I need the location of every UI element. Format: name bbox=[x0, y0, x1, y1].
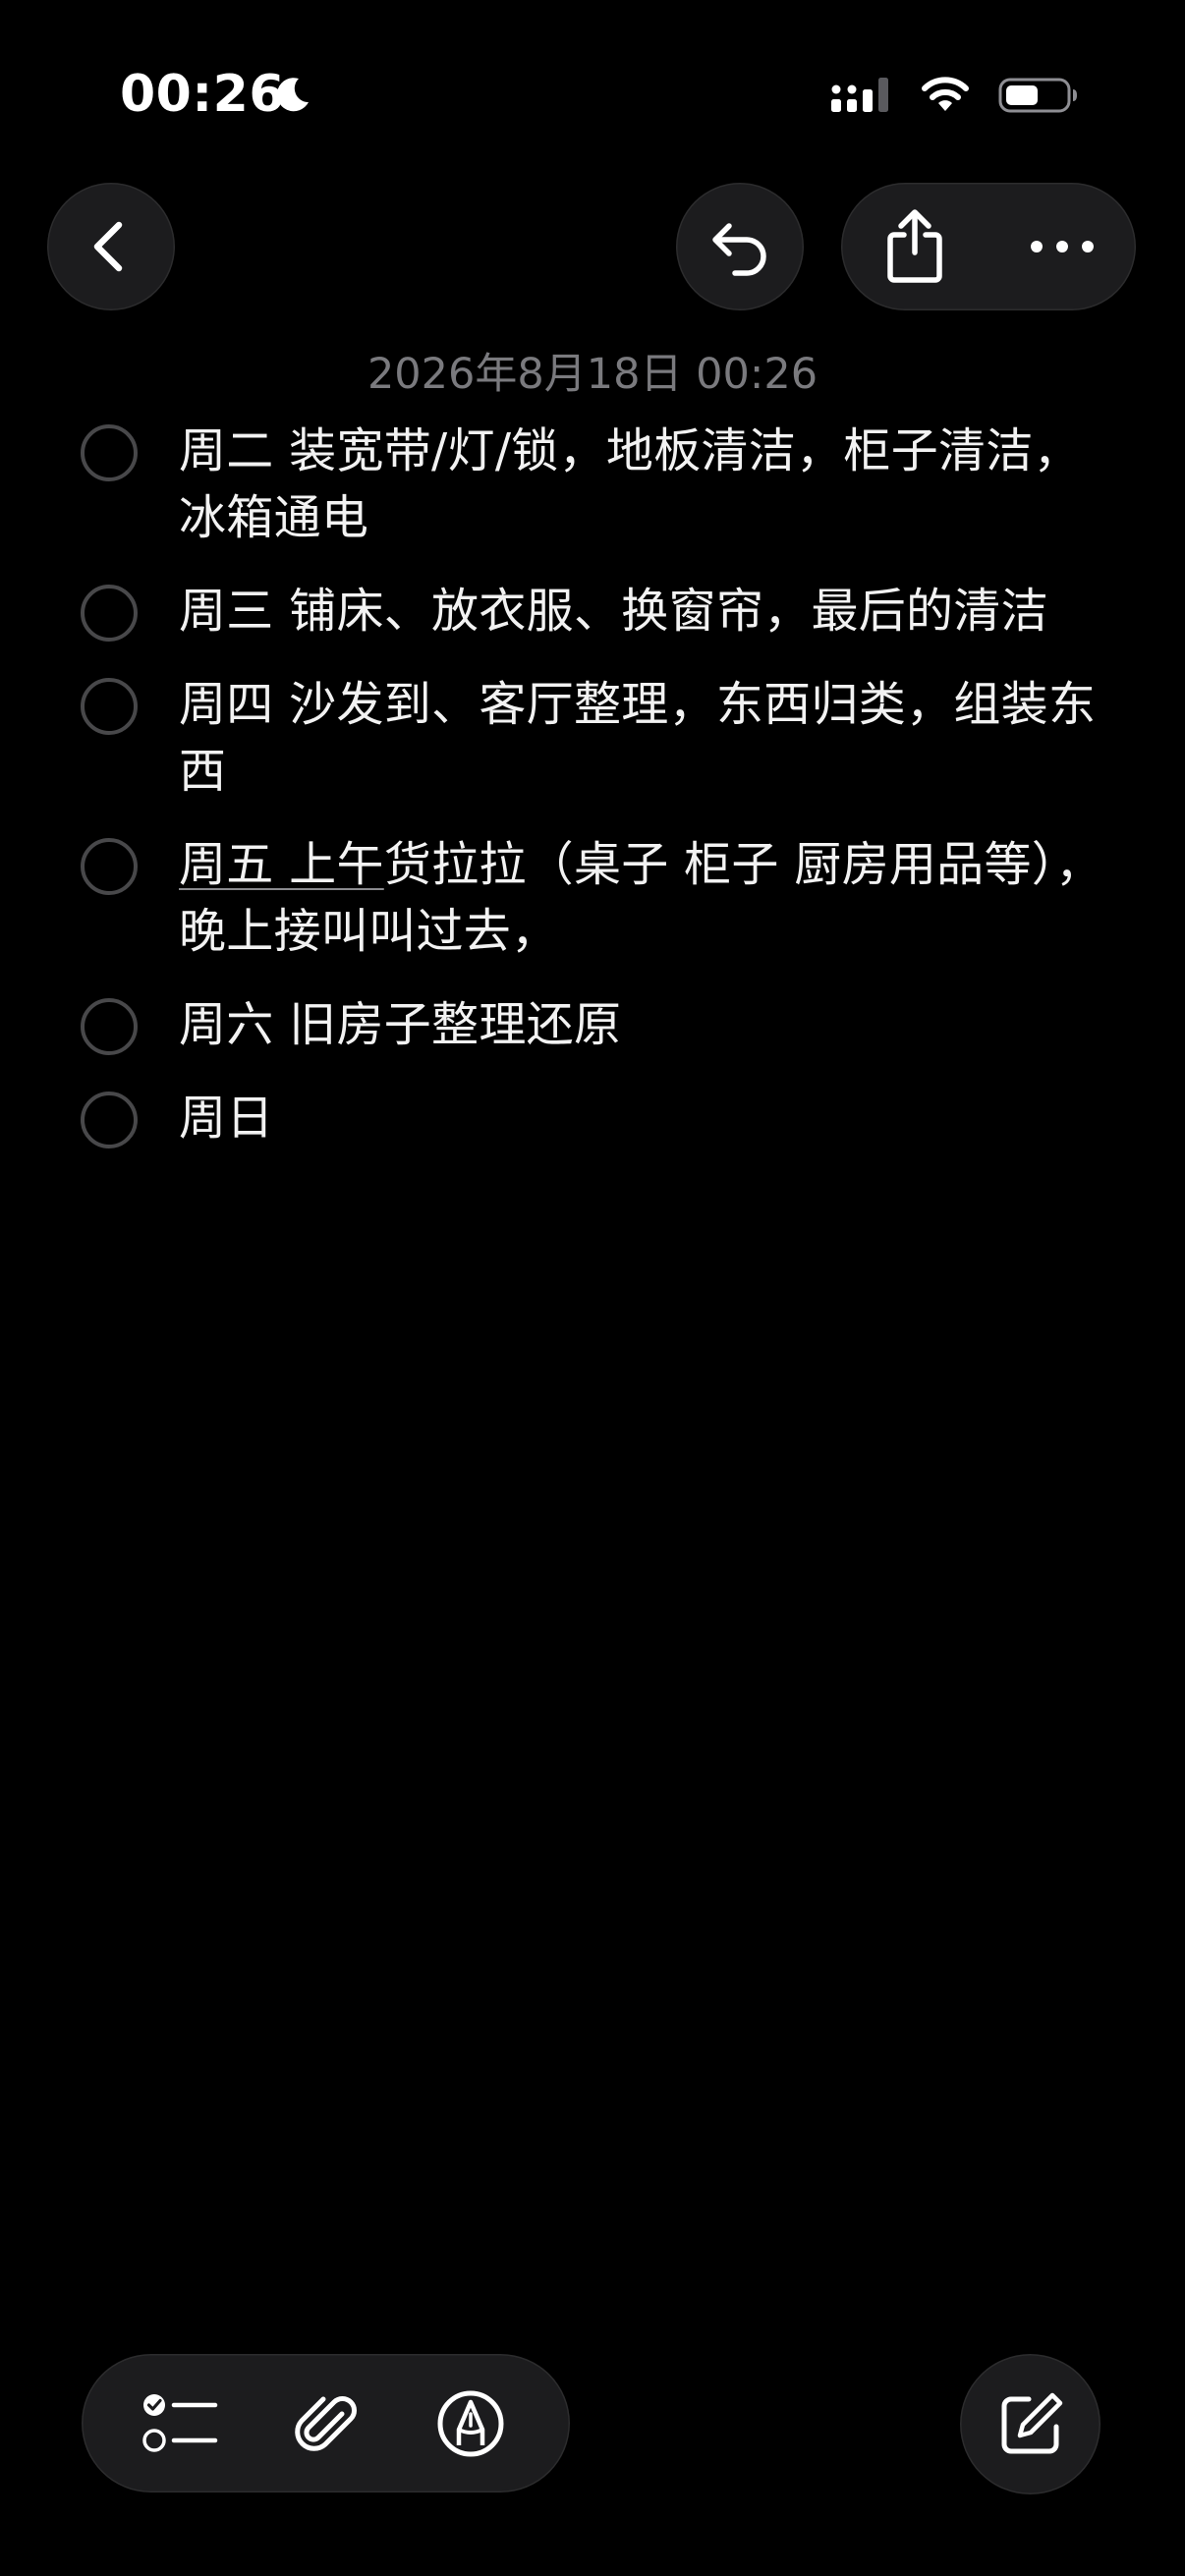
checklist-item: 周三 铺床、放衣服、换窗帘，最后的清洁 bbox=[79, 578, 1110, 644]
compose-button[interactable] bbox=[960, 2354, 1100, 2494]
ellipsis-icon bbox=[1031, 241, 1094, 252]
checklist-item: 周四 沙发到、客厅整理，东西归类，组装东西 bbox=[79, 671, 1110, 805]
cellular-signal-icon bbox=[831, 78, 888, 112]
markup-button[interactable] bbox=[417, 2370, 525, 2478]
underlined-text: 周五 上午 bbox=[179, 837, 384, 892]
checklist-checkbox[interactable] bbox=[81, 1092, 138, 1148]
compose-icon bbox=[1001, 2392, 1062, 2453]
chevron-left-icon bbox=[93, 221, 123, 272]
notes-screen: 00:26 2026年8月18日 00:26 周二 装宽带/灯/锁，地板清洁，柜… bbox=[0, 0, 1185, 2576]
checklist: 周二 装宽带/灯/锁，地板清洁，柜子清洁，冰箱通电 周三 铺床、放衣服、换窗帘，… bbox=[79, 418, 1110, 1178]
checklist-item-text[interactable]: 周日 bbox=[179, 1085, 1110, 1151]
checklist-item-text[interactable]: 周四 沙发到、客厅整理，东西归类，组装东西 bbox=[179, 671, 1110, 805]
more-button[interactable] bbox=[988, 183, 1136, 310]
checklist-item: 周五 上午货拉拉（桌子 柜子 厨房用品等），晚上接叫叫过去， bbox=[79, 831, 1110, 965]
checklist-checkbox[interactable] bbox=[81, 998, 138, 1055]
wifi-icon bbox=[922, 77, 969, 111]
share-icon bbox=[887, 209, 942, 283]
note-date: 2026年8月18日 00:26 bbox=[367, 350, 818, 399]
checklist-item: 周日 bbox=[79, 1085, 1110, 1151]
undo-button[interactable] bbox=[676, 183, 804, 310]
checklist-item-text[interactable]: 周三 铺床、放衣服、换窗帘，最后的清洁 bbox=[179, 578, 1110, 644]
back-button[interactable] bbox=[47, 183, 175, 310]
status-time: 00:26 bbox=[120, 65, 286, 124]
status-icons bbox=[831, 73, 1079, 118]
checklist-checkbox[interactable] bbox=[81, 678, 138, 735]
share-button[interactable] bbox=[841, 183, 988, 310]
share-more-group bbox=[841, 183, 1136, 310]
markup-pen-icon bbox=[437, 2390, 503, 2456]
battery-icon bbox=[998, 78, 1077, 113]
checklist-item-text[interactable]: 周二 装宽带/灯/锁，地板清洁，柜子清洁，冰箱通电 bbox=[179, 418, 1110, 551]
checklist-item-text[interactable]: 周六 旧房子整理还原 bbox=[179, 991, 1110, 1058]
checklist-button[interactable] bbox=[128, 2370, 236, 2478]
checklist-icon bbox=[141, 2393, 217, 2452]
checklist-checkbox[interactable] bbox=[81, 838, 138, 895]
checklist-item: 周六 旧房子整理还原 bbox=[79, 991, 1110, 1058]
checklist-item-text[interactable]: 周五 上午货拉拉（桌子 柜子 厨房用品等），晚上接叫叫过去， bbox=[179, 831, 1110, 965]
paperclip-icon bbox=[294, 2395, 357, 2451]
checklist-item: 周二 装宽带/灯/锁，地板清洁，柜子清洁，冰箱通电 bbox=[79, 418, 1110, 551]
attachment-button[interactable] bbox=[272, 2370, 380, 2478]
bottom-toolbar bbox=[82, 2354, 570, 2492]
checklist-checkbox[interactable] bbox=[81, 424, 138, 481]
checklist-checkbox[interactable] bbox=[81, 585, 138, 642]
undo-icon bbox=[712, 223, 766, 276]
moon-icon bbox=[276, 78, 309, 112]
